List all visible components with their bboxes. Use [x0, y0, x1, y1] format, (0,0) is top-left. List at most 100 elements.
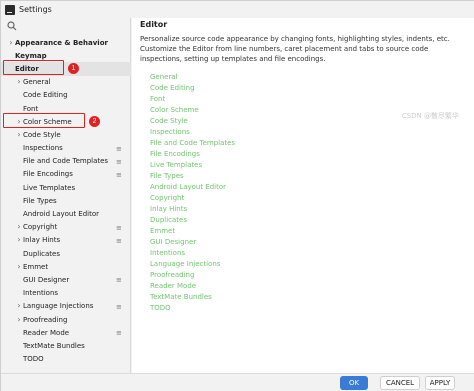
tree-item-label: Copyright — [23, 223, 58, 232]
tree-item-duplicates[interactable]: Duplicates — [1, 247, 131, 260]
tree-item-color-scheme[interactable]: › Color Scheme — [1, 115, 131, 128]
tree-item-emmet[interactable]: › Emmet — [1, 260, 131, 273]
content-link-live-templates[interactable]: Live Templates — [150, 160, 235, 171]
content-link-reader-mode[interactable]: Reader Mode — [150, 281, 235, 292]
content-link-proofreading[interactable]: Proofreading — [150, 270, 235, 281]
content-link-copyright[interactable]: Copyright — [150, 193, 235, 204]
settings-scope-icon — [116, 276, 123, 283]
content-link-file-and-code-templates[interactable]: File and Code Templates — [150, 138, 235, 149]
search-icon[interactable] — [7, 21, 17, 31]
tree-item-file-encodings[interactable]: File Encodings — [1, 168, 131, 181]
tree-item-intentions[interactable]: Intentions — [1, 287, 131, 300]
tree-item-label: Code Style — [23, 130, 61, 139]
content-link-language-injections[interactable]: Language Injections — [150, 259, 235, 270]
content-link-duplicates[interactable]: Duplicates — [150, 215, 235, 226]
content-link-color-scheme[interactable]: Color Scheme — [150, 105, 235, 116]
content-link-gui-designer[interactable]: GUI Designer — [150, 237, 235, 248]
caret-spacer — [15, 144, 23, 152]
tree-item-label: Appearance & Behavior — [15, 38, 108, 47]
chevron-right-icon[interactable]: › — [15, 117, 23, 126]
tree-item-appearance-and-behavior[interactable]: › Appearance & Behavior — [1, 36, 131, 49]
callout-badge-1: 1 — [68, 63, 79, 74]
content-link-file-types[interactable]: File Types — [150, 171, 235, 182]
tree-item-android-layout-editor[interactable]: Android Layout Editor — [1, 207, 131, 220]
settings-tree: › Appearance & Behavior Keymap Editor › Gener… — [1, 36, 131, 366]
tree-item-reader-mode[interactable]: Reader Mode — [1, 326, 131, 339]
tree-item-label: Keymap — [15, 51, 47, 60]
caret-spacer — [15, 276, 23, 284]
content-link-emmet[interactable]: Emmet — [150, 226, 235, 237]
content-links: General Code Editing Font Color Scheme Code … — [150, 72, 235, 314]
caret-spacer — [15, 105, 23, 113]
tree-item-proofreading[interactable]: › Proofreading — [1, 313, 131, 326]
tree-item-label: Font — [23, 104, 39, 113]
chevron-right-icon[interactable]: › — [15, 302, 23, 310]
tree-item-live-templates[interactable]: Live Templates — [1, 181, 131, 194]
settings-scope-icon — [116, 303, 123, 310]
window-title: Settings — [19, 5, 52, 14]
tree-item-textmate-bundles[interactable]: TextMate Bundles — [1, 339, 131, 352]
tree-item-label: Inlay Hints — [23, 236, 61, 245]
tree-item-label: Inspections — [23, 144, 63, 153]
content-link-inspections[interactable]: Inspections — [150, 127, 235, 138]
content-link-file-encodings[interactable]: File Encodings — [150, 149, 235, 160]
footer: OK CANCEL APPLY — [1, 373, 474, 391]
tree-item-label: Android Layout Editor — [23, 210, 100, 219]
tree-item-editor[interactable]: Editor — [1, 62, 131, 76]
tree-item-todo[interactable]: TODO — [1, 353, 131, 366]
caret-spacer — [15, 157, 23, 165]
tree-item-gui-designer[interactable]: GUI Designer — [1, 273, 131, 286]
content-link-code-style[interactable]: Code Style — [150, 116, 235, 127]
content-link-textmate-bundles[interactable]: TextMate Bundles — [150, 292, 235, 303]
cancel-button[interactable]: CANCEL — [380, 376, 420, 390]
chevron-right-icon[interactable]: › — [7, 38, 15, 47]
search-row[interactable] — [1, 18, 130, 34]
content-link-intentions[interactable]: Intentions — [150, 248, 235, 259]
tree-item-font[interactable]: Font — [1, 102, 131, 115]
tree-item-code-style[interactable]: › Code Style — [1, 128, 131, 141]
settings-scope-icon — [116, 158, 123, 165]
caret-spacer — [7, 65, 15, 73]
tree-item-file-types[interactable]: File Types — [1, 194, 131, 207]
tree-item-keymap[interactable]: Keymap — [1, 49, 131, 62]
caret-spacer — [15, 289, 23, 297]
tree-item-label: Editor — [15, 64, 39, 73]
content-link-inlay-hints[interactable]: Inlay Hints — [150, 204, 235, 215]
tree-item-file-and-code-templates[interactable]: File and Code Templates — [1, 155, 131, 168]
tree-item-label: Intentions — [23, 289, 59, 298]
caret-spacer — [15, 197, 23, 205]
tree-item-copyright[interactable]: › Copyright — [1, 221, 131, 234]
tree-item-label: Proofreading — [23, 315, 68, 324]
chevron-right-icon[interactable]: › — [15, 130, 23, 139]
tree-item-inlay-hints[interactable]: › Inlay Hints — [1, 234, 131, 247]
tree-item-general[interactable]: › General — [1, 76, 131, 89]
callout-badge-2: 2 — [89, 116, 100, 127]
tree-item-inspections[interactable]: Inspections — [1, 142, 131, 155]
settings-tree-panel: › Appearance & Behavior Keymap Editor › Gener… — [1, 18, 131, 373]
ok-button[interactable]: OK — [340, 376, 368, 390]
tree-item-language-injections[interactable]: › Language Injections — [1, 300, 131, 313]
content-link-code-editing[interactable]: Code Editing — [150, 83, 235, 94]
tree-item-label: Duplicates — [23, 249, 60, 258]
caret-spacer — [15, 170, 23, 178]
caret-spacer — [15, 355, 23, 363]
chevron-right-icon[interactable]: › — [15, 223, 23, 231]
settings-scope-icon — [116, 329, 123, 336]
settings-scope-icon — [116, 224, 123, 231]
content-link-android-layout-editor[interactable]: Android Layout Editor — [150, 182, 235, 193]
tree-item-label: Language Injections — [23, 302, 94, 311]
tree-item-label: TODO — [23, 355, 44, 364]
tree-item-label: File Encodings — [23, 170, 73, 179]
chevron-right-icon[interactable]: › — [15, 262, 23, 271]
tree-item-label: Code Editing — [23, 91, 68, 100]
content-link-general[interactable]: General — [150, 72, 235, 83]
chevron-right-icon[interactable]: › — [15, 236, 23, 244]
content-link-font[interactable]: Font — [150, 94, 235, 105]
content-link-todo[interactable]: TODO — [150, 303, 235, 314]
chevron-right-icon[interactable]: › — [15, 315, 23, 324]
tree-item-label: TextMate Bundles — [23, 341, 85, 350]
tree-item-code-editing[interactable]: Code Editing — [1, 89, 131, 102]
chevron-right-icon[interactable]: › — [15, 78, 23, 86]
apply-button[interactable]: APPLY — [425, 376, 455, 390]
caret-spacer — [15, 210, 23, 218]
